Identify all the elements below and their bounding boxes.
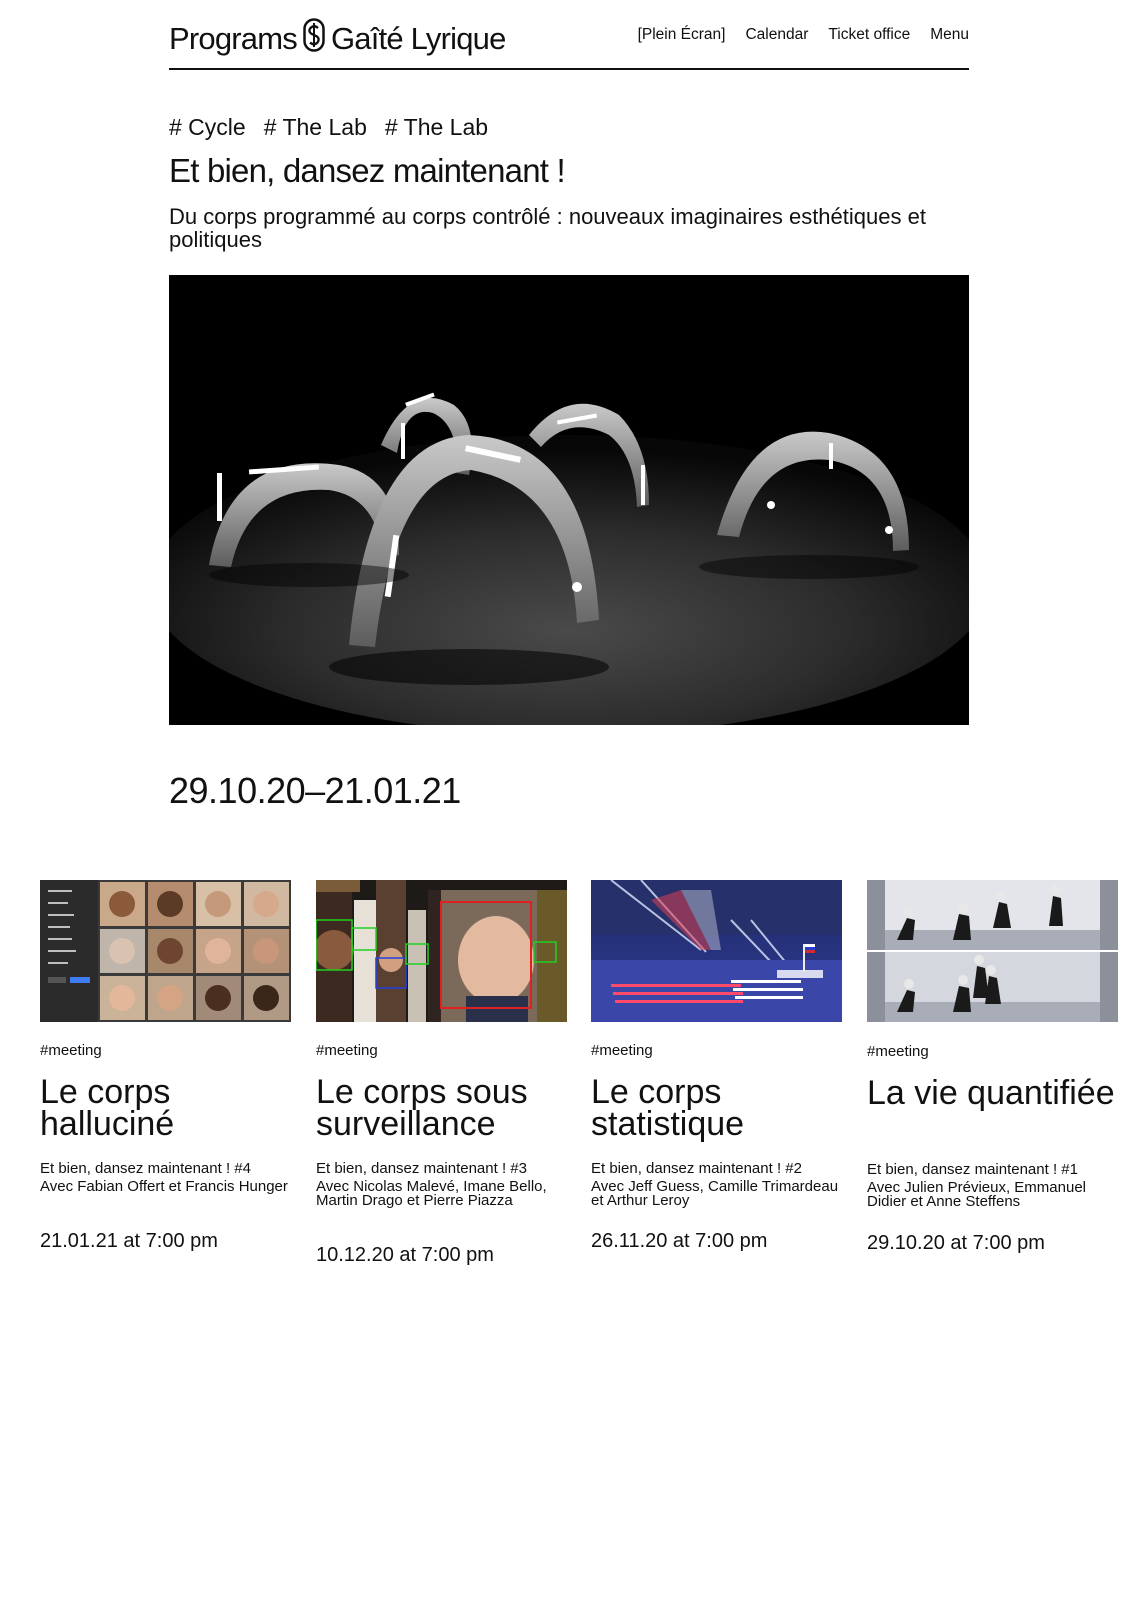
tag-cycle[interactable]: # Cycle: [169, 114, 246, 141]
nav-calendar[interactable]: Calendar: [745, 26, 808, 44]
event-thumbnail[interactable]: [40, 880, 291, 1022]
event-title[interactable]: La vie quantifiée: [867, 1076, 1122, 1110]
cycle-date-range: 29.10.20–21.01.21: [169, 770, 461, 811]
event-title[interactable]: Le corps statistique: [591, 1075, 846, 1141]
cycle-tags: # Cycle # The Lab # The Lab: [169, 114, 488, 141]
page-title: Et bien, dansez maintenant !: [169, 152, 566, 189]
event-date: 29.10.20 at 7:00 pm: [867, 1232, 1045, 1254]
event-thumbnail[interactable]: [316, 880, 567, 1022]
page-subtitle: Du corps programmé au corps contrôlé : n…: [169, 204, 926, 252]
event-series: Et bien, dansez maintenant ! #2: [591, 1160, 802, 1177]
event-guests: Avec Jeff Guess, Camille Trimardeau et A…: [591, 1178, 839, 1209]
site-logo[interactable]: Programs Gaîté Lyrique: [169, 18, 506, 60]
nav-fullscreen[interactable]: [Plein Écran]: [638, 26, 726, 44]
hero-image: [169, 275, 969, 725]
event-card[interactable]: #meeting La vie quantifiée Et bien, dans…: [867, 880, 1118, 1254]
nav-menu[interactable]: Menu: [930, 26, 969, 44]
event-tag[interactable]: #meeting: [40, 1042, 102, 1059]
event-date: 26.11.20 at 7:00 pm: [591, 1230, 768, 1252]
event-tag[interactable]: #meeting: [867, 1043, 929, 1060]
event-title[interactable]: Le corps sous surveillance: [316, 1075, 571, 1141]
event-guests: Avec Julien Prévieux, Emmanuel Didier et…: [867, 1179, 1086, 1210]
event-series: Et bien, dansez maintenant ! #4: [40, 1160, 251, 1177]
event-title[interactable]: Le corps halluciné: [40, 1075, 295, 1141]
event-thumbnail[interactable]: [867, 880, 1118, 1022]
main-nav: [Plein Écran] Calendar Ticket office Men…: [638, 26, 969, 44]
event-guests: Avec Fabian Offert et Francis Hunger: [40, 1178, 288, 1195]
logo-text-gaite-lyrique: Gaîté Lyrique: [330, 21, 506, 56]
site-header: Programs Gaîté Lyrique [Plein Écran] Cal…: [169, 14, 969, 70]
event-series: Et bien, dansez maintenant ! #3: [316, 1160, 527, 1177]
event-series: Et bien, dansez maintenant ! #1: [867, 1161, 1078, 1178]
event-card[interactable]: #meeting Le corps statistique Et bien, d…: [591, 880, 842, 1252]
tag-the-lab-2[interactable]: # The Lab: [385, 114, 488, 141]
event-tag[interactable]: #meeting: [591, 1042, 653, 1059]
tag-the-lab[interactable]: # The Lab: [264, 114, 367, 141]
event-date: 21.01.21 at 7:00 pm: [40, 1230, 218, 1252]
event-card[interactable]: #meeting Le corps halluciné Et bien, dan…: [40, 880, 291, 1252]
event-card[interactable]: #meeting Le corps sous surveillance Et b…: [316, 880, 567, 1266]
gaite-logo-icon: [303, 18, 325, 60]
event-date: 10.12.20 at 7:00 pm: [316, 1244, 494, 1266]
event-tag[interactable]: #meeting: [316, 1042, 378, 1059]
event-guests: Avec Nicolas Malevé, Imane Bello, Martin…: [316, 1178, 547, 1209]
nav-ticket-office[interactable]: Ticket office: [828, 26, 910, 44]
event-thumbnail[interactable]: [591, 880, 842, 1022]
logo-text-programs: Programs: [169, 21, 298, 56]
